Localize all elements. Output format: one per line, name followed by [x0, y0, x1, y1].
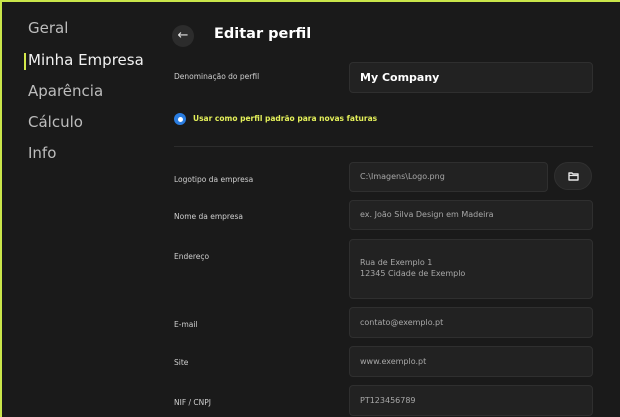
company-name-label: Nome da empresa: [174, 212, 243, 221]
sidebar-item-geral[interactable]: Geral: [28, 19, 68, 37]
company-name-input[interactable]: ex. João Silva Design em Madeira: [349, 200, 593, 230]
logo-path-input[interactable]: C:\Imagens\Logo.png: [349, 162, 548, 192]
sidebar-item-minha-empresa[interactable]: Minha Empresa: [28, 51, 144, 69]
sidebar-item-calculo[interactable]: Cálculo: [28, 113, 83, 131]
logo-label: Logotipo da empresa: [174, 175, 254, 184]
tax-id-label: NIF / CNPJ: [174, 398, 212, 407]
settings-sidebar: Geral Minha Empresa Aparência Cálculo In…: [2, 2, 152, 417]
sidebar-item-info[interactable]: Info: [28, 144, 56, 162]
arrow-left-icon: ←: [177, 28, 189, 43]
address-textarea[interactable]: Rua de Exemplo 1 12345 Cidade de Exemplo: [349, 239, 593, 299]
active-item-marker: [24, 53, 26, 70]
sidebar-item-aparencia[interactable]: Aparência: [28, 82, 103, 100]
folder-icon: [568, 172, 579, 181]
site-input[interactable]: www.exemplo.pt: [349, 346, 593, 377]
default-profile-radio[interactable]: [174, 113, 186, 125]
section-divider: [174, 146, 593, 147]
address-label: Endereço: [174, 252, 210, 261]
email-label: E-mail: [174, 320, 198, 329]
address-line-2: 12345 Cidade de Exemplo: [360, 269, 466, 278]
page-title: Editar perfil: [214, 26, 312, 42]
address-line-1: Rua de Exemplo 1: [360, 258, 433, 267]
profile-name-label: Denominação do perfil: [174, 72, 260, 81]
profile-name-input[interactable]: My Company: [349, 62, 593, 93]
email-input[interactable]: contato@exemplo.pt: [349, 307, 593, 338]
profile-editor: ← Editar perfil Denominação do perfil My…: [152, 2, 618, 417]
back-button[interactable]: ←: [172, 25, 194, 47]
tax-id-input[interactable]: PT123456789: [349, 385, 593, 416]
default-profile-label[interactable]: Usar como perfil padrão para novas fatur…: [193, 114, 377, 123]
site-label: Site: [174, 358, 189, 367]
browse-logo-button[interactable]: [554, 162, 592, 190]
